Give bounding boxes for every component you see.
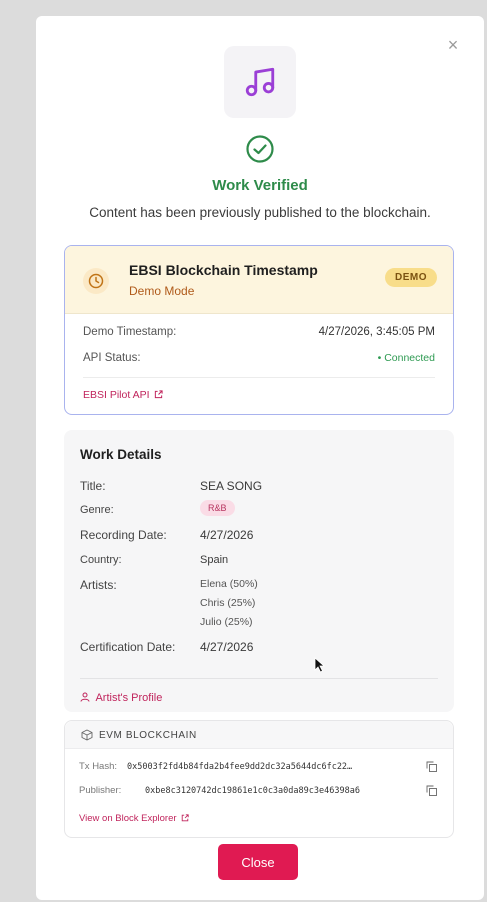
- artist-line: Elena (50%): [200, 578, 258, 590]
- api-status-value: • Connected: [377, 352, 435, 364]
- demo-badge: DEMO: [385, 268, 437, 287]
- close-button[interactable]: Close: [218, 844, 298, 880]
- music-note-icon: [224, 46, 296, 118]
- verification-modal: × Work Verified Content has been previou…: [36, 16, 484, 900]
- genre-badge: R&B: [200, 500, 235, 516]
- check-circle-icon: [245, 134, 275, 164]
- work-details-card: Work Details Title: SEA SONG Genre: R&B …: [64, 430, 454, 712]
- tx-hash-value: 0x5003f2fd4b84fda2b4fee9dd2dc32a5644dc6f…: [127, 762, 353, 772]
- user-icon: [80, 692, 90, 702]
- close-icon[interactable]: ×: [444, 36, 462, 54]
- publisher-label: Publisher:: [79, 785, 122, 796]
- publisher-value: 0xbe8c3120742dc19861e1c0c3a0da89c3e46398…: [145, 786, 360, 796]
- artist-line: Julio (25%): [200, 616, 253, 628]
- ebsi-card: EBSI Blockchain Timestamp Demo Mode DEMO…: [64, 245, 454, 415]
- certification-date-value: 4/27/2026: [200, 640, 254, 654]
- ebsi-header: EBSI Blockchain Timestamp Demo Mode DEMO: [65, 246, 453, 314]
- verified-subtitle: Content has been previously published to…: [89, 205, 431, 220]
- ebsi-link-label: EBSI Pilot API: [83, 389, 150, 401]
- genre-label: Genre:: [80, 504, 114, 516]
- title-value: SEA SONG: [200, 479, 263, 493]
- artists-label: Artists:: [80, 578, 117, 592]
- recording-date-label: Recording Date:: [80, 528, 167, 542]
- recording-date-value: 4/27/2026: [200, 528, 254, 542]
- evm-title: EVM BLOCKCHAIN: [99, 730, 197, 741]
- evm-header: EVM BLOCKCHAIN: [65, 721, 453, 749]
- artist-line: Chris (25%): [200, 597, 256, 609]
- country-value: Spain: [200, 554, 229, 566]
- mouse-cursor-icon: [314, 657, 326, 673]
- api-status-row: API Status: • Connected: [83, 352, 435, 364]
- block-explorer-label: View on Block Explorer: [79, 813, 177, 824]
- ebsi-pilot-api-link[interactable]: EBSI Pilot API: [83, 389, 164, 401]
- title-label: Title:: [80, 479, 106, 493]
- timestamp-row: Demo Timestamp: 4/27/2026, 3:45:05 PM: [83, 326, 435, 338]
- divider: [83, 377, 435, 378]
- block-explorer-link[interactable]: View on Block Explorer: [79, 813, 189, 824]
- api-status-label: API Status:: [83, 352, 141, 364]
- certification-date-label: Certification Date:: [80, 640, 176, 654]
- artist-profile-link[interactable]: Artist's Profile: [80, 692, 162, 704]
- timestamp-label: Demo Timestamp:: [83, 326, 177, 338]
- copy-icon[interactable]: [426, 761, 437, 772]
- ebsi-mode: Demo Mode: [129, 284, 195, 298]
- artist-profile-label: Artist's Profile: [95, 692, 163, 704]
- country-label: Country:: [80, 554, 122, 566]
- external-link-icon: [181, 814, 189, 822]
- tx-hash-label: Tx Hash:: [79, 761, 118, 772]
- evm-blockchain-card: EVM BLOCKCHAIN Tx Hash: 0x5003f2fd4b84fd…: [64, 720, 454, 838]
- copy-icon[interactable]: [426, 785, 437, 796]
- divider: [80, 678, 438, 679]
- cube-icon: [81, 729, 93, 741]
- ebsi-title: EBSI Blockchain Timestamp: [129, 262, 318, 278]
- verified-title: Work Verified: [212, 177, 308, 194]
- external-link-icon: [155, 390, 164, 399]
- clock-icon: [83, 268, 109, 294]
- timestamp-value: 4/27/2026, 3:45:05 PM: [318, 326, 435, 338]
- work-details-heading: Work Details: [80, 447, 162, 462]
